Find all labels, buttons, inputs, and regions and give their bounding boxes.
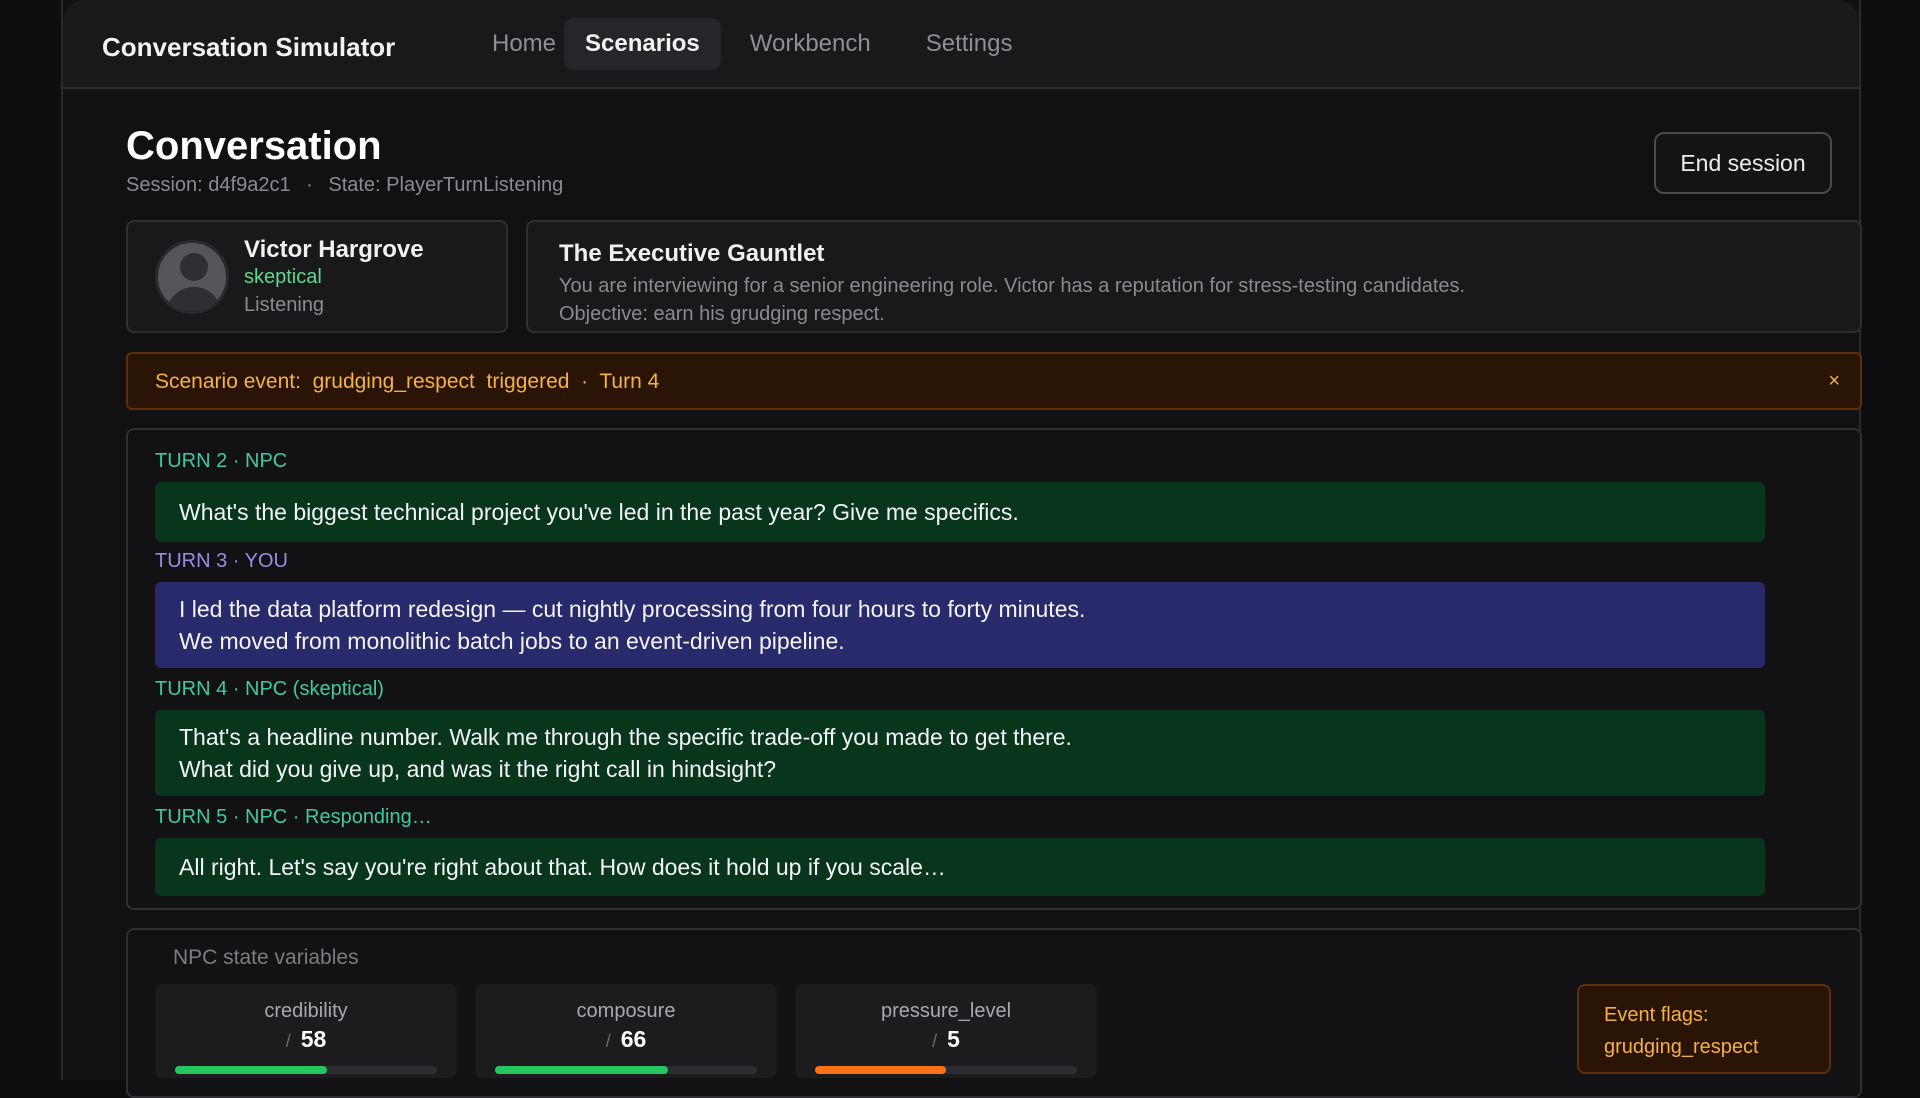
turn-label: TURN 5 · NPC · Responding… <box>155 806 432 828</box>
message-line: What did you give up, and was it the rig… <box>179 756 777 782</box>
npc-status: Listening <box>244 294 325 316</box>
main-nav: Home Scenarios Workbench Settings <box>484 18 1020 70</box>
metric-value: /5 <box>932 1026 960 1052</box>
event-banner: Scenario event: grudging_respect trigger… <box>126 352 1862 410</box>
metric-bar <box>815 1066 1077 1074</box>
scenario-title: The Executive Gauntlet <box>559 240 825 267</box>
end-session-button[interactable]: End session <box>1654 132 1832 194</box>
metric-bar-fill <box>175 1066 327 1074</box>
metric-pressure-level: pressure_level /5 <box>795 984 1097 1078</box>
turn-label: TURN 4 · NPC (skeptical) <box>155 678 384 700</box>
metric-credibility: credibility /58 <box>155 984 457 1078</box>
metric-value: /58 <box>285 1026 327 1052</box>
metric-bar-fill <box>495 1066 668 1074</box>
session-state: State: PlayerTurnListening <box>328 174 564 196</box>
metric-composure: composure /66 <box>475 984 777 1078</box>
metric-value: /66 <box>605 1026 647 1052</box>
scenario-card: The Executive Gauntlet You are interview… <box>526 220 1862 333</box>
nav-workbench[interactable]: Workbench <box>742 18 879 70</box>
metric-bar <box>495 1066 757 1074</box>
scenario-description: You are interviewing for a senior engine… <box>559 275 1466 325</box>
event-flags-label: Event flags: <box>1604 1004 1709 1026</box>
message-bubble: All right. Let's say you're right about … <box>155 838 1765 896</box>
state-panel-title: NPC state variables <box>173 946 359 969</box>
npc-state-panel: NPC state variables credibility /58 comp… <box>126 928 1862 1098</box>
metric-name: composure <box>576 1000 676 1022</box>
message-bubble: That's a headline number. Walk me throug… <box>155 710 1765 796</box>
metric-name: pressure_level <box>880 1000 1012 1022</box>
nav-settings[interactable]: Settings <box>918 18 1021 70</box>
turn-label: TURN 3 · YOU <box>155 550 288 572</box>
message-line: What's the biggest technical project you… <box>179 499 1019 525</box>
session-id: Session: d4f9a2c1 <box>126 174 291 196</box>
app-window: Conversation Simulator Home Scenarios Wo… <box>61 0 1862 1098</box>
metric-name: credibility <box>264 1000 348 1022</box>
transcript-panel: TURN 2 · NPC What's the biggest technica… <box>126 428 1862 910</box>
message-line: We moved from monolithic batch jobs to a… <box>179 628 845 654</box>
message-bubble: I led the data platform redesign — cut n… <box>155 582 1765 668</box>
message-bubble: What's the biggest technical project you… <box>155 482 1765 542</box>
avatar-icon <box>155 240 229 314</box>
metric-bar <box>175 1066 437 1074</box>
close-icon[interactable]: × <box>1828 370 1840 393</box>
message-line: All right. Let's say you're right about … <box>179 854 946 880</box>
message-line: That's a headline number. Walk me throug… <box>179 724 1072 750</box>
event-flags: Event flags: grudging_respect <box>1577 984 1831 1074</box>
meta-separator: · <box>306 174 313 196</box>
event-flags-value: grudging_respect <box>1604 1036 1759 1058</box>
message-line: I led the data platform redesign — cut n… <box>179 596 1086 622</box>
nav-home[interactable]: Home <box>484 18 564 70</box>
page-title: Conversation <box>126 124 382 168</box>
app-title: Conversation Simulator <box>102 32 396 62</box>
npc-name: Victor Hargrove <box>244 236 424 263</box>
nav-scenarios[interactable]: Scenarios <box>564 18 721 70</box>
session-meta: Session: d4f9a2c1 · State: PlayerTurnLis… <box>126 174 563 197</box>
event-text: Scenario event: grudging_respect trigger… <box>155 370 660 393</box>
metric-bar-fill <box>815 1066 946 1074</box>
top-bar: Conversation Simulator Home Scenarios Wo… <box>63 0 1859 89</box>
npc-card: Victor Hargrove skeptical Listening <box>126 220 508 333</box>
turn-label: TURN 2 · NPC <box>155 450 288 472</box>
npc-mood: skeptical <box>244 266 322 288</box>
